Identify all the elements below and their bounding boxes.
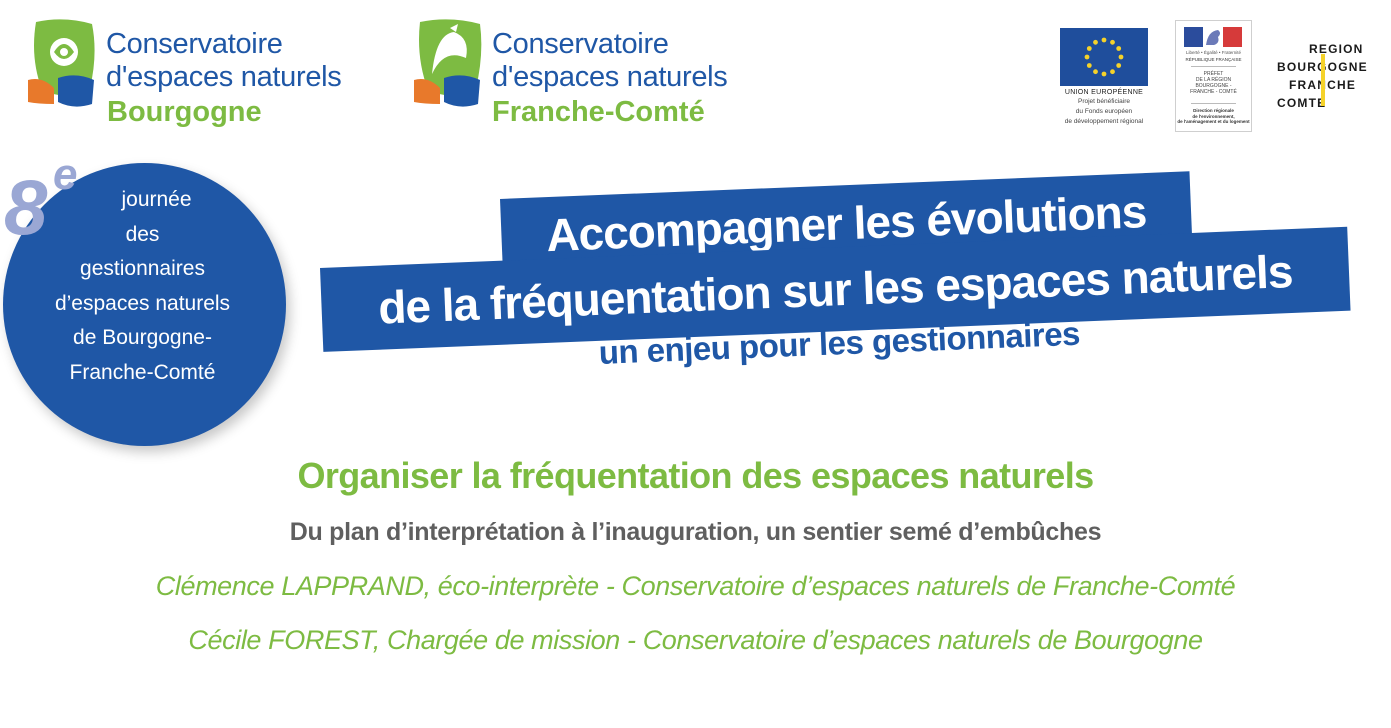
cen-bourgogne-line1: Conservatoire <box>106 28 283 60</box>
cen-franche-comte-logo: Conservatoire d'espaces naturels Franche… <box>414 18 784 136</box>
edition-line-3: gestionnaires <box>80 257 205 280</box>
eu-sub-2: du Fonds européen <box>1075 108 1133 115</box>
region-line2: BOURGOGNE <box>1277 58 1377 76</box>
prefecture-divider-2 <box>1191 103 1236 104</box>
prefecture-direction: Direction régionale de l'environnement, … <box>1176 108 1251 125</box>
prefecture-republic: RÉPUBLIQUE FRANÇAISE <box>1185 57 1242 62</box>
prefecture-prefet-line4: FRANCHE - COMTÉ <box>1190 89 1237 95</box>
talk-subtitle: Du plan d’interprétation à l’inauguratio… <box>289 518 1102 546</box>
prefecture-motto: Liberté • Égalité • Fraternité <box>1186 50 1241 55</box>
eu-logo: UNION EUROPÉENNE Projet bénéficiaire du … <box>1058 28 1150 126</box>
edition-line-6: Franche-Comté <box>69 360 216 384</box>
eu-title: UNION EUROPÉENNE <box>1064 89 1144 96</box>
cen-bourgogne-logo: Conservatoire d'espaces naturels Bourgog… <box>28 18 388 136</box>
edition-line-2: des <box>125 222 160 246</box>
edition-line-1: journée <box>121 188 192 211</box>
prefecture-divider <box>1191 66 1236 67</box>
eu-flag-icon <box>1060 28 1148 86</box>
talk-title: Organiser la fréquentation des espaces n… <box>297 455 1094 496</box>
cen-franche-comte-line1: Conservatoire <box>492 28 669 60</box>
cen-bourgogne-emblem-icon <box>28 19 95 107</box>
speaker-2: Cécile FOREST, Chargée de mission - Cons… <box>188 625 1203 655</box>
edition-line-4: d’espaces naturels <box>54 291 231 315</box>
prefecture-prefet: PRÉFET DE LA RÉGION BOURGOGNE - FRANCHE … <box>1176 71 1251 95</box>
region-line3: FRANCHE <box>1277 76 1377 94</box>
cen-franche-comte-line2: d'espaces naturels <box>492 61 728 93</box>
edition-line-5: de Bourgogne- <box>73 326 212 349</box>
eu-sub-3: de développement régional <box>1064 118 1144 125</box>
prefecture-logo: Liberté • Égalité • Fraternité RÉPUBLIQU… <box>1175 20 1252 132</box>
region-line1: REGION <box>1309 42 1364 56</box>
region-logo: REGION BOURGOGNE FRANCHE COMTE <box>1277 40 1377 112</box>
speaker-1: Clémence LAPPRAND, éco-interprète - Cons… <box>155 571 1236 601</box>
edition-text: journée des gestionnaires d’espaces natu… <box>30 183 255 390</box>
cen-franche-comte-emblem-icon <box>414 19 482 107</box>
cen-franche-comte-region: Franche-Comté <box>492 96 705 128</box>
eu-sub-1: Projet bénéficiaire <box>1077 98 1131 105</box>
cen-bourgogne-region: Bourgogne <box>107 96 262 128</box>
cen-bourgogne-line2: d'espaces naturels <box>106 61 342 93</box>
region-accent-bar <box>1321 54 1325 106</box>
marianne-flag-icon <box>1184 27 1242 47</box>
region-line4: COMTE <box>1277 96 1327 110</box>
prefecture-dir-line3: de l'aménagement et du logement <box>1177 119 1250 124</box>
